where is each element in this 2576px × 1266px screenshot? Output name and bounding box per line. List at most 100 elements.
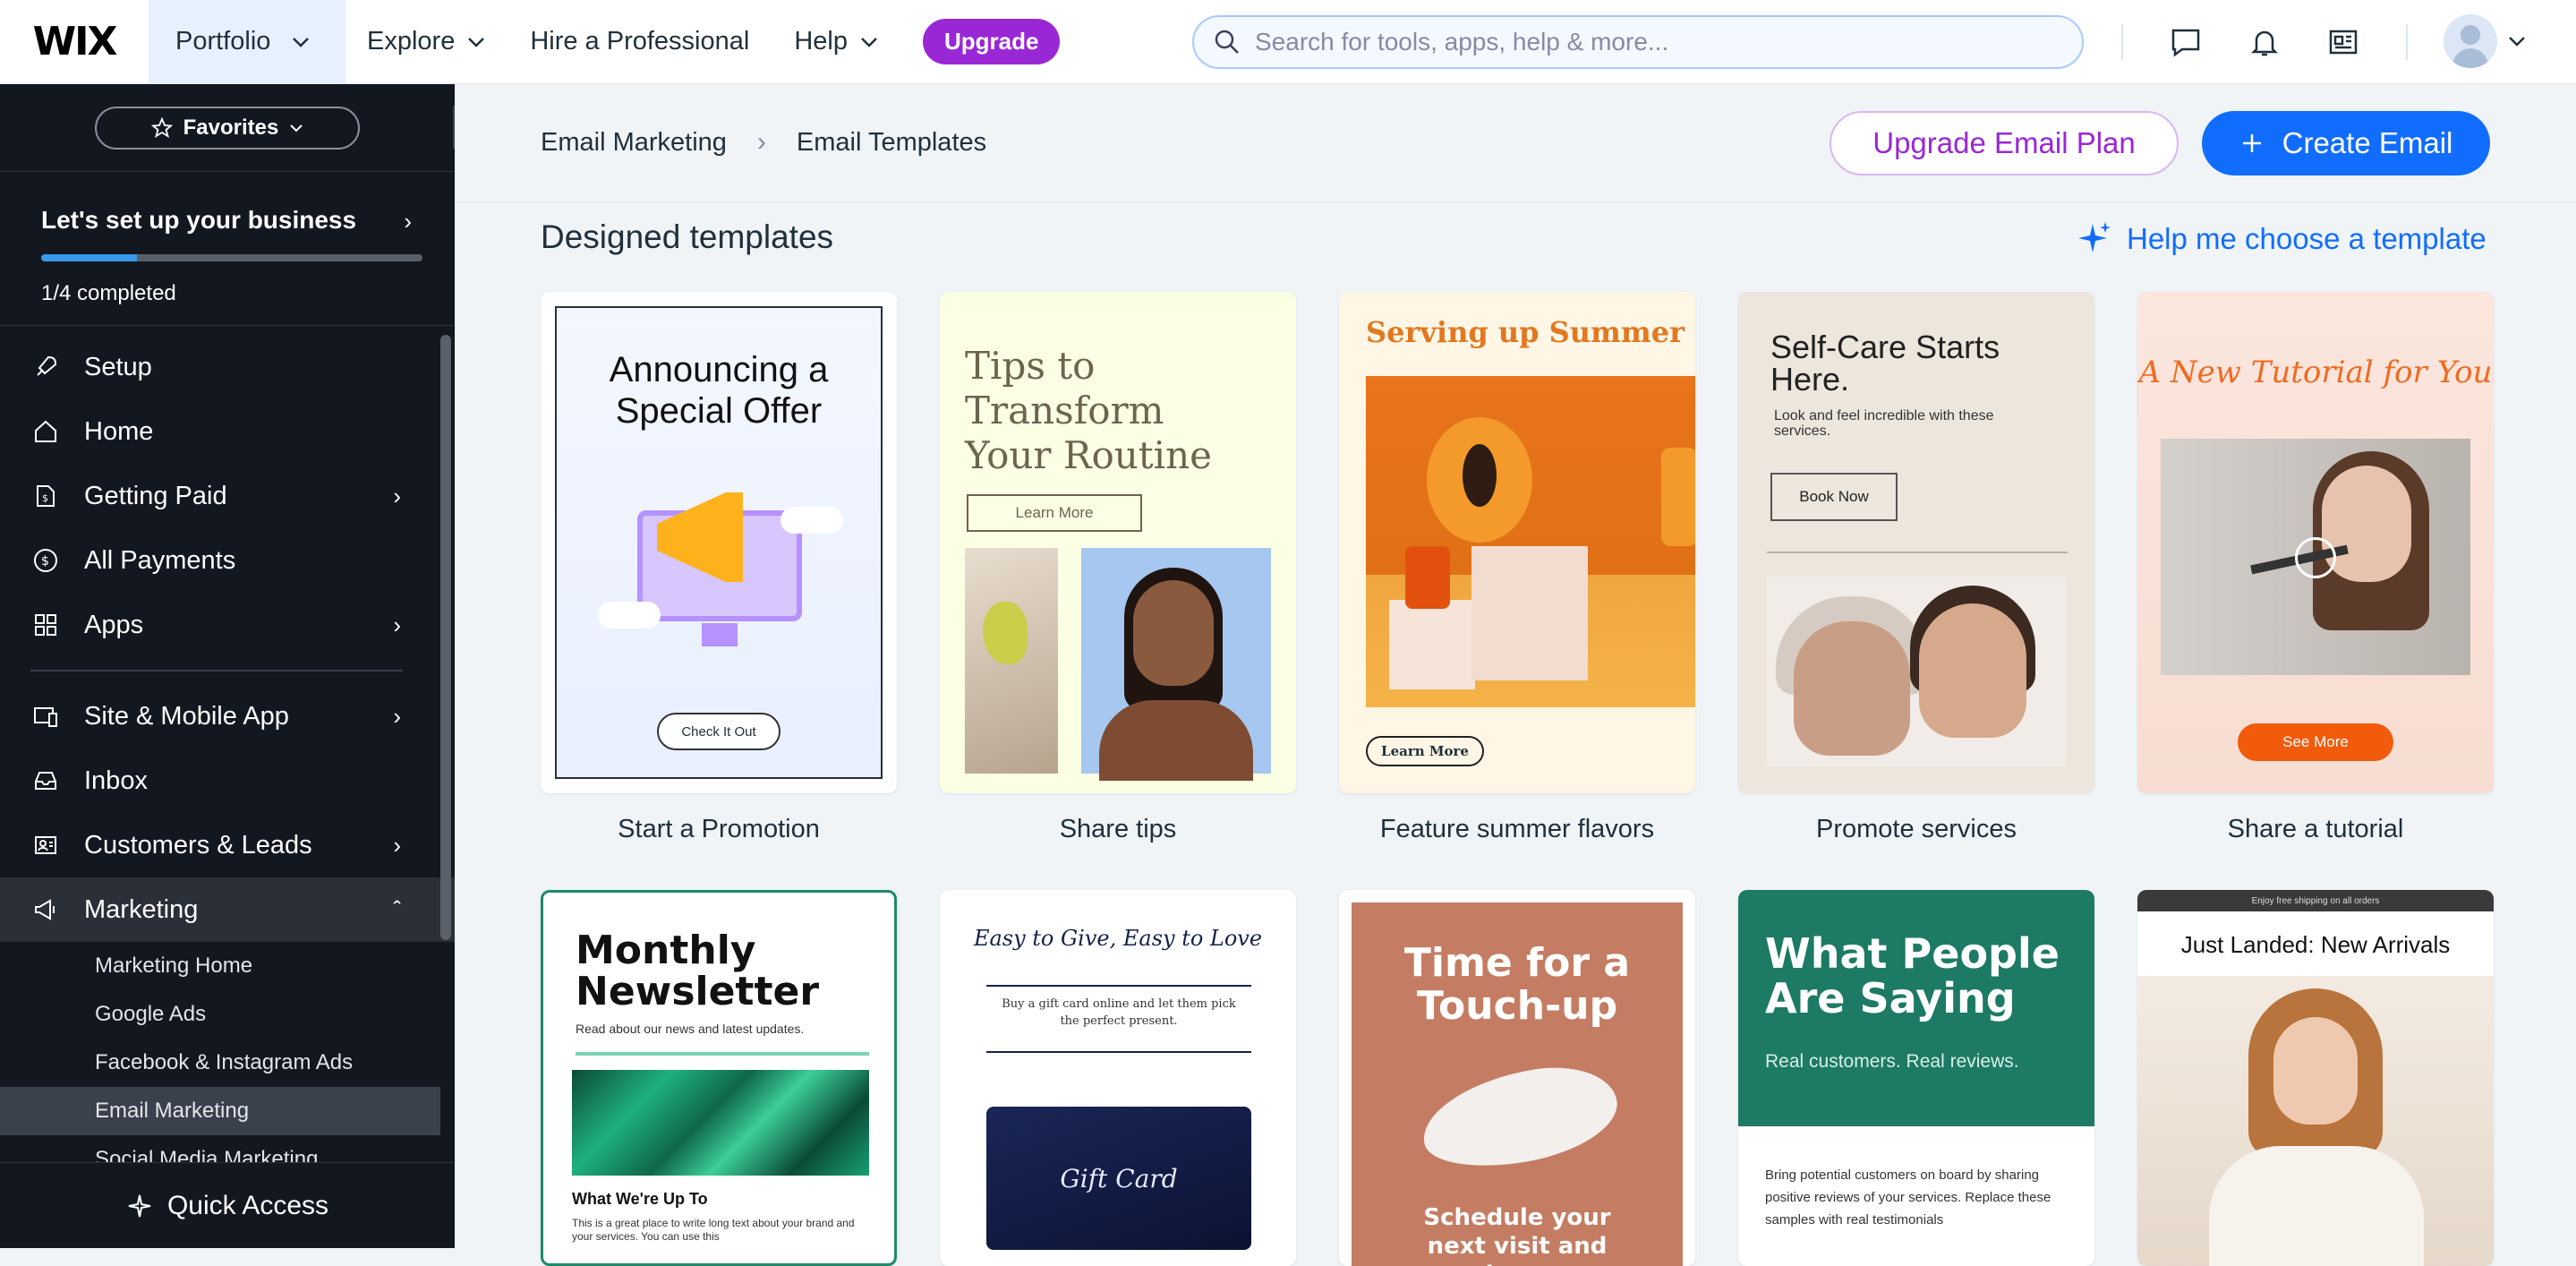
search-input[interactable] [1255,28,2060,56]
nav-explore-label: Explore [367,27,456,56]
help-choose-template-link[interactable]: Help me choose a template [2073,218,2486,260]
template-card-promote-services[interactable]: Self-Care Starts Here. Look and feel inc… [1738,292,2094,793]
sidebar-item-all-payments[interactable]: $ All Payments [0,528,455,593]
face-shape [1133,580,1214,686]
top-bar: WIX Portfolio Explore Hire a Professiona… [0,0,2576,84]
chevron-down-icon [293,37,310,47]
setup-progress-bar [41,254,422,261]
summer-photo [1366,376,1695,707]
sidebar-scrollbar[interactable] [440,335,451,940]
sidebar-item-marketing[interactable]: Marketing ˆ [0,877,455,942]
nav-explore[interactable]: Explore [367,27,485,56]
chevron-down-icon [861,37,877,47]
rocket-icon [30,352,61,382]
sidebar-item-label: Apps [84,610,144,639]
nav-hire-professional[interactable]: Hire a Professional [530,27,749,56]
gift-card-text: Gift Card [1060,1164,1178,1193]
face-shape [2273,1017,2358,1125]
account-menu[interactable] [2444,14,2526,68]
section-title: Designed templates [541,218,834,255]
sidebar-subitem-email-marketing[interactable]: Email Marketing [0,1087,440,1135]
chevron-up-icon: ˆ [393,895,401,923]
sidebar-item-apps[interactable]: Apps › [0,593,455,657]
quick-access-button[interactable]: Quick Access [0,1162,455,1248]
template-card-gift-card[interactable]: Easy to Give, Easy to Love Buy a gift ca… [940,890,1296,1266]
template-card-touch-up[interactable]: Time for a Touch-up Schedule your next v… [1339,890,1695,1266]
template-headline: What People Are Saying [1765,929,2060,1022]
favorites-button[interactable]: Favorites [95,106,360,150]
template-headline: Announcing a Special Offer [609,350,829,431]
face-shape [1919,603,2026,738]
template-card-start-promotion[interactable]: Announcing a Special Offer Check It Out [541,292,897,793]
sidebar-item-inbox[interactable]: Inbox [0,748,455,813]
upgrade-button[interactable]: Upgrade [922,19,1061,64]
setup-progress-fill [41,254,137,261]
divider [2121,24,2123,60]
template-card-new-arrivals[interactable]: Enjoy free shipping on all orders Just L… [2137,890,2494,1266]
bottle-shape [1405,546,1450,609]
sidebar-item-home[interactable]: Home [0,399,455,464]
site-name: Portfolio [175,27,271,56]
sidebar-subitem-marketing-home[interactable]: Marketing Home [0,942,455,990]
template-label[interactable]: Feature summer flavors [1339,815,1695,844]
sidebar-subitem-facebook-instagram-ads[interactable]: Facebook & Instagram Ads [0,1039,455,1087]
template-label[interactable]: Start a Promotion [541,815,897,844]
breadcrumb-email-marketing[interactable]: Email Marketing [541,128,727,158]
nav-help[interactable]: Help [794,27,878,56]
ai-sparkle-icon [2078,222,2111,252]
star-icon [150,116,173,138]
sidebar-menu: Setup Home $ Getting Paid › $ All Paymen… [0,326,455,1184]
abstract-green-photo [572,1070,869,1176]
inbox-icon [30,766,61,796]
divider [1767,552,2068,553]
plus-icon [2242,134,2261,152]
template-card-testimonials[interactable]: What People Are Saying Real customers. R… [1738,890,2094,1266]
create-email-label: Create Email [2282,126,2453,159]
template-panel: What People Are Saying Real customers. R… [1738,890,2094,1126]
template-headline: Easy to Give, Easy to Love [973,926,1263,951]
template-label[interactable]: Share tips [940,815,1296,844]
search-bar[interactable] [1192,15,2084,69]
bottle-shape [1661,448,1695,546]
template-card-monthly-newsletter[interactable]: Monthly Newsletter Read about our news a… [541,890,897,1266]
breadcrumb-email-templates: Email Templates [796,127,987,157]
page-header: Email Marketing › Email Templates Upgrad… [455,84,2576,202]
template-headline: Time for a Touch-up [1403,940,1631,1029]
setup-title: Let's set up your business [41,206,357,234]
sidebar-item-label: Inbox [84,766,148,795]
template-headline: Tips to Transform Your Routine [965,344,1213,477]
chevron-right-icon: › [404,208,412,235]
template-body: This is a great place to write long text… [572,1217,855,1243]
template-subtext: Read about our news and latest updates. [576,1022,805,1036]
sidebar-item-setup[interactable]: Setup [0,335,455,399]
wix-logo[interactable]: WIX [0,0,149,84]
site-switcher[interactable]: Portfolio [149,0,345,84]
favorites-row: Favorites [0,84,455,172]
makeup-photo [2161,439,2470,675]
template-card-share-tutorial[interactable]: A New Tutorial for You See More [2137,292,2494,793]
sidebar-subitem-google-ads[interactable]: Google Ads [0,990,455,1039]
updates-icon[interactable] [2327,26,2359,58]
sidebar-item-site-mobile-app[interactable]: Site & Mobile App › [0,684,455,748]
face-shape [1794,621,1910,756]
template-cta: See More [2238,723,2393,761]
upgrade-email-plan-button[interactable]: Upgrade Email Plan [1830,111,2179,175]
create-email-button[interactable]: Create Email [2202,111,2490,175]
messages-icon[interactable] [2170,26,2202,58]
sidebar-item-getting-paid[interactable]: $ Getting Paid › [0,464,455,528]
bell-icon[interactable] [2248,26,2281,58]
template-label[interactable]: Share a tutorial [2137,815,2494,844]
template-subheading: What We're Up To [572,1190,708,1208]
template-card-share-tips[interactable]: Tips to Transform Your Routine Learn Mor… [940,292,1296,793]
customers-icon [30,830,61,860]
setup-checklist[interactable]: Let's set up your business › 1/4 complet… [0,172,455,326]
sidebar-item-customers-leads[interactable]: Customers & Leads › [0,813,455,877]
chevron-right-icon: › [393,482,401,509]
chevron-right-icon: › [756,127,766,157]
shoulders-shape [1099,700,1253,781]
apps-icon [30,610,61,640]
sidebar-item-label: Getting Paid [84,481,227,510]
template-label[interactable]: Promote services [1738,815,2094,844]
template-card-summer-flavors[interactable]: Serving up Summer Learn More [1339,292,1695,793]
cube-shape [1471,546,1588,680]
